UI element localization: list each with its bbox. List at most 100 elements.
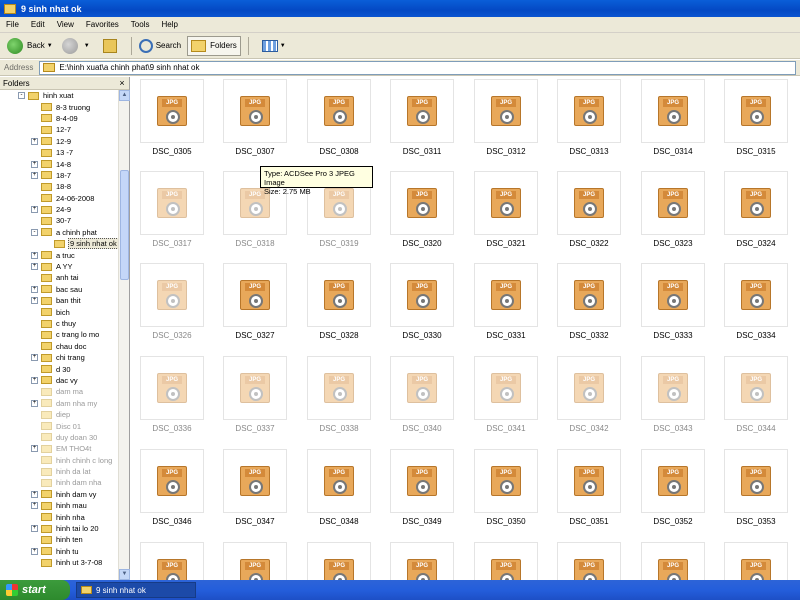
menu-help[interactable]: Help xyxy=(155,20,183,29)
file-item[interactable]: JPG DSC_0323 xyxy=(640,171,706,248)
file-item[interactable]: JPG DSC_0347 xyxy=(222,449,288,526)
forward-button[interactable]: ▼ xyxy=(59,36,93,56)
thumbnail[interactable]: JPG xyxy=(223,79,287,143)
expand-icon[interactable]: + xyxy=(31,171,38,179)
collapse-icon[interactable]: - xyxy=(18,92,25,100)
expand-icon[interactable]: + xyxy=(31,399,38,407)
thumbnail[interactable]: JPG xyxy=(140,356,204,420)
expand-icon[interactable]: + xyxy=(31,263,38,271)
thumbnail[interactable]: JPG xyxy=(474,79,538,143)
expand-icon[interactable]: + xyxy=(31,251,38,259)
thumbnail[interactable]: JPG xyxy=(641,263,705,327)
expand-icon[interactable]: + xyxy=(31,297,38,305)
file-item[interactable]: JPG DSC_0313 xyxy=(556,79,622,156)
expand-icon[interactable]: + xyxy=(31,525,38,533)
tree-item[interactable]: 30-7 xyxy=(0,215,118,226)
file-item[interactable]: JPG DSC_0333 xyxy=(640,263,706,340)
tree-item[interactable]: + ban thit xyxy=(0,295,118,306)
address-input[interactable]: E:\hinh xuat\a chinh phat\9 sinh nhat ok xyxy=(39,60,796,75)
tree-item[interactable]: - hinh xuat xyxy=(0,90,118,101)
thumbnail[interactable]: JPG xyxy=(223,263,287,327)
file-item[interactable]: JPG DSC_0338 xyxy=(306,356,372,433)
file-item[interactable]: JPG DSC_0326 xyxy=(139,263,205,340)
expand-icon[interactable]: + xyxy=(31,376,38,384)
file-item[interactable]: JPG DSC_0342 xyxy=(556,356,622,433)
thumbnail[interactable]: JPG xyxy=(724,449,788,513)
expand-icon[interactable]: + xyxy=(31,490,38,498)
file-item[interactable]: JPG DSC_0341 xyxy=(473,356,539,433)
menu-tools[interactable]: Tools xyxy=(125,20,156,29)
file-item[interactable]: JPG DSC_0337 xyxy=(222,356,288,433)
file-item[interactable]: JPG DSC_0334 xyxy=(723,263,789,340)
tree-item[interactable]: + EM THO4t xyxy=(0,443,118,454)
thumbnail[interactable]: JPG xyxy=(307,356,371,420)
thumbnail[interactable]: JPG xyxy=(557,79,621,143)
tree-item[interactable]: 13 -7 xyxy=(0,147,118,158)
collapse-icon[interactable]: - xyxy=(31,228,38,236)
thumbnail[interactable]: JPG xyxy=(307,542,371,580)
tree-item[interactable]: c trang lo mo xyxy=(0,329,118,340)
file-item[interactable]: JPG DSC_0317 xyxy=(139,171,205,248)
thumbnail[interactable]: JPG xyxy=(390,542,454,580)
thumbnail[interactable]: JPG xyxy=(307,449,371,513)
thumbnail[interactable]: JPG xyxy=(641,542,705,580)
file-item[interactable]: JPG DSC_0327 xyxy=(222,263,288,340)
file-item[interactable]: JPG DSC_0346 xyxy=(139,449,205,526)
scroll-thumb[interactable] xyxy=(120,170,129,280)
tree-item[interactable]: 8-4-09 xyxy=(0,113,118,124)
thumbnail[interactable]: JPG xyxy=(390,171,454,235)
tree-item[interactable]: + bac sau xyxy=(0,284,118,295)
thumbnail[interactable]: JPG xyxy=(557,542,621,580)
file-item[interactable]: JPG DSC_0352 xyxy=(640,449,706,526)
search-button[interactable]: Search xyxy=(136,36,184,56)
file-item[interactable]: JPG DSC_0312 xyxy=(473,79,539,156)
expand-icon[interactable]: + xyxy=(31,206,38,214)
expand-icon[interactable]: + xyxy=(31,160,38,168)
tree-item[interactable]: duy doan 30 xyxy=(0,432,118,443)
thumbnail[interactable]: JPG xyxy=(223,356,287,420)
tree-item[interactable]: +14-8 xyxy=(0,158,118,169)
thumbnail[interactable]: JPG xyxy=(724,356,788,420)
thumbnail[interactable]: JPG xyxy=(140,263,204,327)
tree-item[interactable]: c thuy xyxy=(0,318,118,329)
tree-item[interactable]: hinh ut 3-7-08 xyxy=(0,557,118,568)
thumbnail[interactable]: JPG xyxy=(724,171,788,235)
tree-item[interactable]: 8-3 truong xyxy=(0,101,118,112)
tree-item[interactable]: + dac vy xyxy=(0,375,118,386)
thumbnail[interactable]: JPG xyxy=(140,79,204,143)
file-item[interactable]: JPG xyxy=(640,542,706,580)
thumbnail[interactable]: JPG xyxy=(557,449,621,513)
file-item[interactable]: JPG xyxy=(556,542,622,580)
tree-item[interactable]: 24-06-2008 xyxy=(0,193,118,204)
up-folder-button[interactable] xyxy=(96,36,124,56)
expand-icon[interactable]: + xyxy=(31,547,38,555)
file-item[interactable]: JPG DSC_0321 xyxy=(473,171,539,248)
thumbnail[interactable]: JPG xyxy=(223,449,287,513)
chevron-down-icon[interactable]: ▼ xyxy=(84,43,90,49)
tree-item[interactable]: diep xyxy=(0,409,118,420)
folders-button[interactable]: Folders xyxy=(187,35,241,56)
thumbnail[interactable]: JPG xyxy=(307,79,371,143)
tree-item[interactable]: + hinh mau xyxy=(0,500,118,511)
tree-item[interactable]: bich xyxy=(0,306,118,317)
tree-item[interactable]: Disc 01 xyxy=(0,420,118,431)
file-item[interactable]: JPG DSC_0320 xyxy=(389,171,455,248)
tree-item[interactable]: + hinh tai lo 20 xyxy=(0,523,118,534)
thumbnail[interactable]: JPG xyxy=(724,79,788,143)
menu-edit[interactable]: Edit xyxy=(25,20,51,29)
expand-icon[interactable]: + xyxy=(31,354,38,362)
thumbnail[interactable]: JPG xyxy=(223,542,287,580)
views-button[interactable]: ▼ xyxy=(253,36,289,56)
tree-item[interactable]: + hinh tu xyxy=(0,546,118,557)
file-item[interactable]: JPG DSC_0324 xyxy=(723,171,789,248)
file-item[interactable]: JPG DSC_0349 xyxy=(389,449,455,526)
close-icon[interactable]: × xyxy=(117,78,127,88)
tree-item[interactable]: hinh ten xyxy=(0,534,118,545)
thumbnail[interactable]: JPG xyxy=(474,542,538,580)
file-item[interactable]: JPG xyxy=(389,542,455,580)
thumbnail[interactable]: JPG xyxy=(724,263,788,327)
file-item[interactable]: JPG DSC_0311 xyxy=(389,79,455,156)
tree-item[interactable]: 9 sinh nhat ok xyxy=(0,238,118,250)
tree-item[interactable]: hinh dam nha xyxy=(0,477,118,488)
file-item[interactable]: JPG DSC_0315 xyxy=(723,79,789,156)
